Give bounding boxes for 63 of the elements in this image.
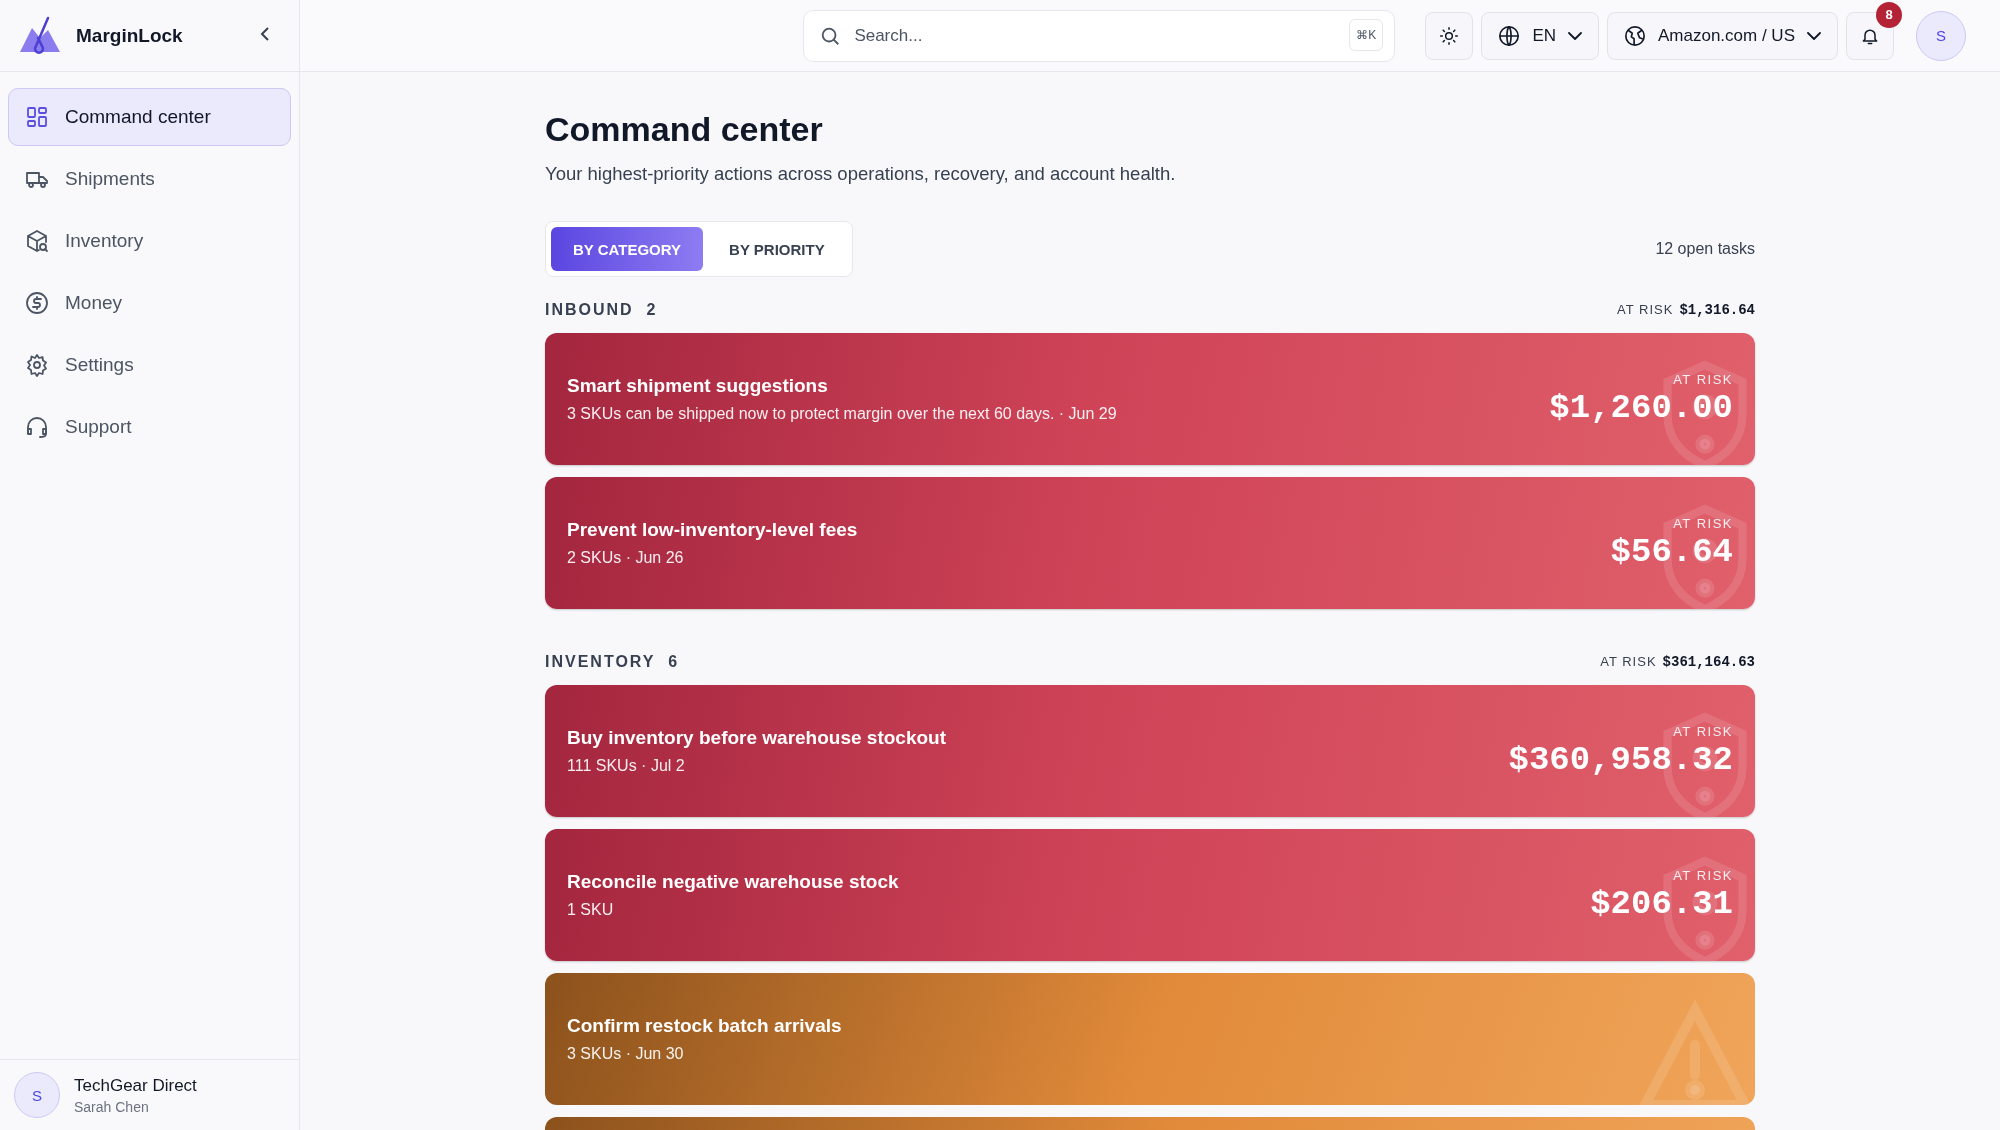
app-name: MarginLock [76, 24, 184, 47]
task-detail: 3 SKUs · Jun 30 [567, 1045, 685, 1063]
user-name: Sarah Chen [74, 1098, 150, 1115]
sun-icon [1439, 25, 1460, 46]
account-name: TechGear Direct [74, 1075, 197, 1096]
sidebar-item[interactable]: Settings [8, 336, 291, 394]
task-detail: 2 SKUs · Jun 26 [567, 549, 685, 567]
section-heading: INBOUND 2 [545, 301, 658, 319]
at-risk-label: AT RISK [1673, 723, 1733, 739]
chevron-down-icon [1807, 31, 1821, 40]
task-detail: 3 SKUs can be shipped now to protect margin over the next 60 days. · Jun 29 [567, 405, 1117, 423]
notifications-button[interactable] [1846, 11, 1894, 60]
language-button[interactable]: EN [1481, 11, 1599, 60]
sidebar-item[interactable]: Inventory [8, 212, 291, 270]
task-card[interactable]: Reconcile negative warehouse stock 1 SKU AT RISK $206.31 [545, 829, 1755, 961]
dollar-icon [25, 291, 49, 315]
account-avatar[interactable]: S [14, 1072, 60, 1118]
sidebar-item[interactable]: Support [8, 398, 291, 456]
globe-icon [1624, 24, 1646, 47]
task-title: Smart shipment suggestions [567, 375, 829, 397]
dashboard-icon [25, 105, 49, 129]
task-title: Prevent low-inventory-level fees [567, 519, 858, 541]
task-title: Confirm restock batch arrivals [567, 1015, 842, 1037]
task-detail: 1 SKU [567, 901, 615, 919]
section-at-risk-total: $1,316.64 [1679, 302, 1755, 318]
at-risk-label: AT RISK [1673, 867, 1733, 883]
headset-icon [25, 415, 49, 439]
box-search-icon [25, 229, 49, 253]
sidebar-item[interactable]: Shipments [8, 150, 291, 208]
view-tab[interactable]: BY PRIORITY [707, 227, 847, 271]
notification-badge: 8 [1876, 1, 1902, 28]
globe-icon [1498, 24, 1521, 47]
at-risk-label: AT RISK [1600, 654, 1657, 669]
logo-icon [18, 15, 62, 56]
at-risk-amount: $56.64 [1610, 532, 1733, 571]
user-avatar[interactable]: S [1916, 10, 1966, 61]
page-title: Command center [545, 110, 824, 149]
at-risk-amount: $206.31 [1590, 884, 1733, 923]
section-at-risk-total: $361,164.63 [1662, 654, 1755, 670]
theme-button[interactable] [1425, 11, 1474, 60]
marketplace-button[interactable]: Amazon.com / US [1607, 11, 1838, 60]
at-risk-amount: $360,958.32 [1508, 740, 1733, 779]
open-tasks-count: 12 open tasks [1655, 240, 1755, 258]
task-card[interactable]: Smart shipment suggestions 3 SKUs can be shipped now to protect margin over the next 60 days. · Jun 29 AT RISK $1,260.00 [545, 333, 1755, 465]
task-detail: 111 SKUs · Jul 2 [567, 757, 686, 775]
at-risk-label: AT RISK [1673, 515, 1733, 531]
task-card[interactable]: Buy inventory before warehouse stockout 111 SKUs · Jul 2 AT RISK $360,958.32 [545, 685, 1755, 817]
chevron-left-icon [259, 26, 271, 42]
at-risk-label: AT RISK [1673, 371, 1733, 387]
sidebar-item[interactable]: Money [8, 274, 291, 332]
at-risk-amount: $1,260.00 [1549, 388, 1733, 427]
view-tab[interactable]: BY CATEGORY [551, 227, 704, 271]
sidebar-item[interactable]: Command center [8, 88, 291, 146]
section-heading: INVENTORY 6 [545, 653, 680, 671]
page-subtitle: Your highest-priority actions across operations, recovery, and account health. [545, 163, 1177, 185]
task-title: Buy inventory before warehouse stockout [567, 727, 947, 749]
task-title: Reconcile negative warehouse stock [567, 871, 899, 893]
shortcut-hint: ⌘K [1349, 18, 1384, 51]
chevron-down-icon [1568, 31, 1582, 40]
at-risk-label: AT RISK [1617, 302, 1674, 317]
task-card[interactable]: Prevent low-inventory-level fees 2 SKUs · Jun 26 AT RISK $56.64 [545, 477, 1755, 609]
settings-icon [25, 353, 49, 377]
task-card[interactable]: Confirm restock batch arrivals 3 SKUs · Jun 30 [545, 973, 1755, 1105]
